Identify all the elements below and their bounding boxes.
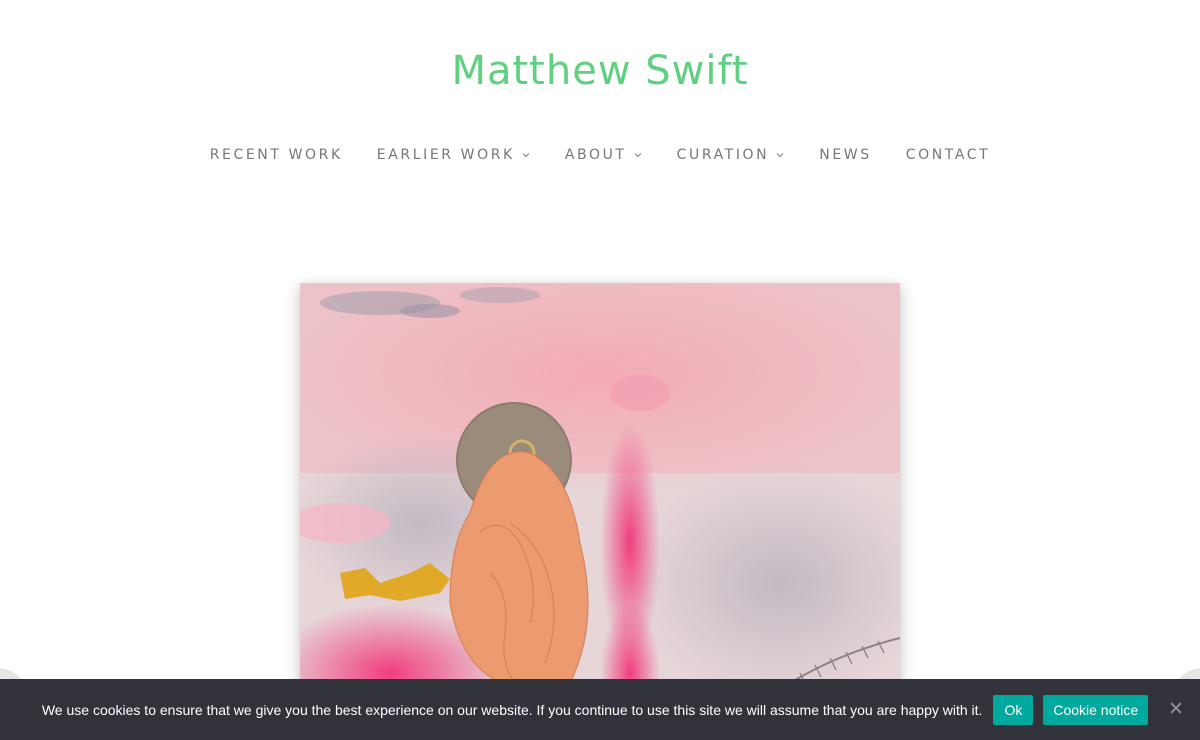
- nav-item-label: NEWS: [819, 147, 872, 163]
- nav-item-news[interactable]: NEWS: [802, 144, 888, 166]
- nav-item-about[interactable]: ABOUT: [548, 144, 660, 166]
- cookie-ok-button[interactable]: Ok: [993, 694, 1034, 725]
- cookie-notice-bar: We use cookies to ensure that we give yo…: [0, 679, 1200, 740]
- nav-item-label: CURATION: [676, 147, 770, 163]
- nav-item-label: EARLIER WORK: [376, 147, 515, 163]
- chevron-down-icon: [522, 153, 530, 158]
- nav-item-label: CONTACT: [905, 147, 991, 163]
- chevron-down-icon: [776, 153, 784, 158]
- site-title[interactable]: Matthew Swift: [0, 48, 1200, 94]
- main-nav: RECENT WORK EARLIER WORK ABOUT CURATION …: [0, 144, 1200, 166]
- nav-item-curation[interactable]: CURATION: [660, 144, 803, 166]
- nav-item-contact[interactable]: CONTACT: [889, 144, 1008, 166]
- artwork-painting: [300, 283, 900, 740]
- nav-item-label: RECENT WORK: [209, 147, 343, 163]
- cookie-message: We use cookies to ensure that we give yo…: [41, 701, 983, 718]
- chevron-down-icon: [634, 153, 642, 158]
- artwork-image[interactable]: [300, 283, 900, 740]
- page: Matthew Swift RECENT WORK EARLIER WORK A…: [0, 0, 1200, 740]
- close-icon[interactable]: [1168, 700, 1184, 716]
- nav-item-earlier-work[interactable]: EARLIER WORK: [360, 144, 548, 166]
- cookie-notice-button[interactable]: Cookie notice: [1043, 694, 1149, 725]
- nav-item-recent-work[interactable]: RECENT WORK: [193, 144, 360, 166]
- nav-item-label: ABOUT: [564, 147, 627, 163]
